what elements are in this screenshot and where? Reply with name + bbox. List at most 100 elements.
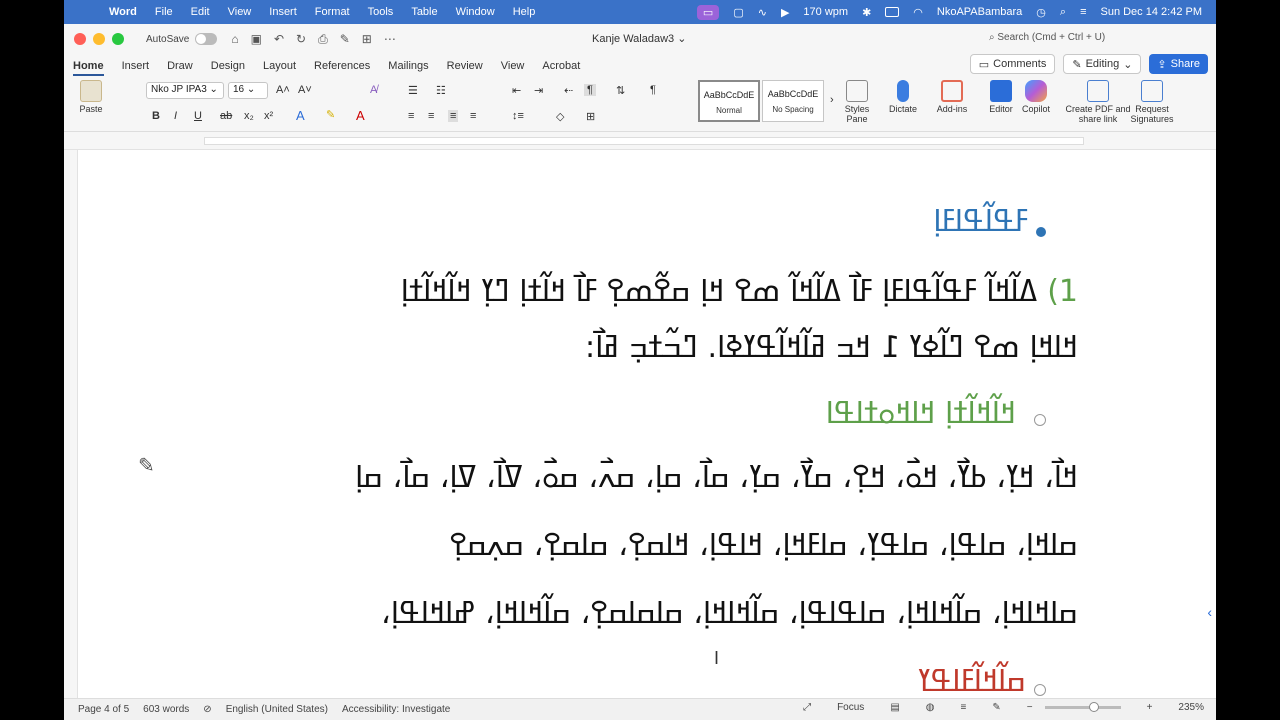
play-icon[interactable]: ▶ (781, 6, 789, 19)
focus-button[interactable]: Focus (837, 702, 864, 713)
text-effects-icon[interactable]: A (296, 108, 305, 123)
datetime[interactable]: Sun Dec 14 2:42 PM (1100, 6, 1202, 18)
zoom-out-icon[interactable]: − (1027, 702, 1033, 713)
menu-file[interactable]: File (155, 6, 173, 18)
draft-icon[interactable]: ✎ (992, 702, 1000, 713)
tab-home[interactable]: Home (73, 60, 104, 76)
home-icon[interactable]: ⌂ (231, 32, 238, 47)
line-spacing-icon[interactable]: ↕≡ (512, 110, 524, 122)
rtl-icon[interactable]: ⇠ (564, 84, 573, 97)
tab-insert[interactable]: Insert (122, 60, 150, 76)
table-icon[interactable]: ⊞ (362, 32, 372, 47)
highlight-icon[interactable]: ✎ (326, 108, 335, 121)
bullets-icon[interactable]: ☰ (408, 84, 418, 97)
menu-help[interactable]: Help (513, 6, 536, 18)
accessibility-indicator[interactable]: Accessibility: Investigate (342, 704, 450, 715)
clear-format-icon[interactable]: A̸ (370, 84, 377, 96)
undo-icon[interactable]: ↶ (274, 32, 284, 47)
shading-icon[interactable]: ◇ (556, 110, 564, 123)
justify-icon[interactable]: ≡ (470, 110, 476, 122)
superscript-icon[interactable]: x² (264, 110, 273, 122)
styles-more-icon[interactable]: › (830, 94, 834, 106)
bluetooth-icon[interactable]: ✱ (862, 6, 871, 19)
menu-tools[interactable]: Tools (368, 6, 394, 18)
wifi-icon[interactable]: ◠ (913, 6, 923, 19)
align-left-icon[interactable]: ≡ (408, 110, 414, 122)
save-icon[interactable]: ▣ (251, 32, 262, 47)
editor-button[interactable]: Editor (984, 80, 1018, 114)
tab-draw[interactable]: Draw (167, 60, 193, 76)
styles-pane-button[interactable]: Styles Pane (840, 80, 874, 124)
side-panel-chevron-icon[interactable]: ‹ (1207, 604, 1212, 620)
menu-format[interactable]: Format (315, 6, 350, 18)
document-title[interactable]: Kanje Waladaw3 ⌄ (592, 32, 686, 45)
document-page[interactable]: ߓߟߊ߬ߟߊߓߊ߲ 1) ߡߊ߬ߞߊ߬ ߓߟߊ߬ߟߊߓߊ߲ ߓߊ߯ ߡߊ߬ߞߊ߬… (78, 150, 1216, 699)
tab-acrobat[interactable]: Acrobat (542, 60, 580, 76)
paste-button[interactable]: Paste (74, 80, 108, 114)
autosave-toggle[interactable] (195, 33, 218, 45)
borders-icon[interactable]: ⊞ (586, 110, 595, 123)
minimize-window-button[interactable] (93, 33, 105, 45)
vertical-ruler[interactable] (64, 150, 78, 698)
request-signatures-button[interactable]: Request Signatures (1128, 80, 1176, 124)
clock-icon[interactable]: ◷ (1036, 6, 1046, 19)
tab-design[interactable]: Design (211, 60, 245, 76)
horizontal-ruler[interactable] (64, 132, 1216, 150)
comments-button[interactable]: ▭ Comments (969, 54, 1056, 74)
menu-view[interactable]: View (228, 6, 252, 18)
tab-layout[interactable]: Layout (263, 60, 296, 76)
copilot-button[interactable]: Copilot (1018, 80, 1054, 114)
tab-review[interactable]: Review (447, 60, 483, 76)
style-no-spacing[interactable]: AaBbCcDdE No Spacing (762, 80, 824, 122)
language-indicator[interactable]: English (United States) (226, 704, 328, 715)
font-size-select[interactable]: 16 ⌄ (228, 82, 268, 99)
focus-icon[interactable]: ⤢ (803, 702, 811, 713)
close-window-button[interactable] (74, 33, 86, 45)
zoom-window-button[interactable] (112, 33, 124, 45)
bold-icon[interactable]: B (152, 110, 160, 122)
font-name-select[interactable]: Nko JP IPA3 ⌄ (146, 82, 224, 99)
camera-icon[interactable]: ▢ (733, 6, 743, 19)
tab-references[interactable]: References (314, 60, 370, 76)
editing-mode-button[interactable]: ✎ Editing ⌄ (1063, 54, 1142, 74)
align-center-icon[interactable]: ≡ (428, 110, 434, 122)
font-color-icon[interactable]: A (356, 108, 365, 123)
dictate-button[interactable]: Dictate (884, 80, 922, 114)
control-center-icon[interactable]: ≡ (1080, 6, 1086, 18)
share-button[interactable]: ⇪ Share (1149, 54, 1208, 74)
redo-icon[interactable]: ↻ (296, 32, 306, 47)
page-indicator[interactable]: Page 4 of 5 (78, 704, 129, 715)
outline-icon[interactable]: ≡ (961, 702, 967, 713)
battery-icon[interactable] (885, 7, 900, 17)
zoom-level[interactable]: 235% (1178, 702, 1204, 713)
print-icon[interactable]: ⎙ (318, 32, 328, 47)
style-normal[interactable]: AaBbCcDdE Normal (698, 80, 760, 122)
menu-window[interactable]: Window (456, 6, 495, 18)
zoom-in-icon[interactable]: + (1147, 702, 1153, 713)
shrink-font-icon[interactable]: A˅ (298, 84, 312, 96)
tab-mailings[interactable]: Mailings (388, 60, 428, 76)
more-icon[interactable]: ⋯ (384, 32, 396, 47)
keyboard-user[interactable]: NkoAPABambara (937, 6, 1022, 18)
waveform-icon[interactable]: ∿ (758, 6, 767, 19)
strikethrough-icon[interactable]: ab (220, 110, 232, 122)
draw-pen-icon[interactable]: ✎ (138, 453, 155, 478)
screen-record-icon[interactable]: ▭ (696, 4, 720, 20)
decrease-indent-icon[interactable]: ⇤ (512, 84, 521, 97)
show-marks-icon[interactable]: ¶ (650, 84, 656, 96)
tab-view[interactable]: View (501, 60, 525, 76)
increase-indent-icon[interactable]: ⇥ (534, 84, 543, 97)
search-box[interactable]: ⌕ Search (Cmd + Ctrl + U) (989, 32, 1105, 43)
addins-button[interactable]: Add-ins (932, 80, 972, 114)
proofing-icon[interactable]: ⊘ (203, 704, 211, 715)
menu-insert[interactable]: Insert (269, 6, 297, 18)
create-pdf-button[interactable]: Create PDF and share link (1064, 80, 1132, 124)
print-layout-icon[interactable]: ▤ (890, 702, 899, 713)
menu-table[interactable]: Table (411, 6, 437, 18)
search-icon[interactable]: ⌕ (1060, 6, 1066, 19)
ltr-icon[interactable]: ¶ (584, 84, 596, 96)
align-right-icon[interactable]: ≡ (448, 110, 459, 122)
subscript-icon[interactable]: x₂ (244, 110, 254, 122)
word-count[interactable]: 603 words (143, 704, 189, 715)
zoom-slider[interactable] (1044, 702, 1121, 712)
